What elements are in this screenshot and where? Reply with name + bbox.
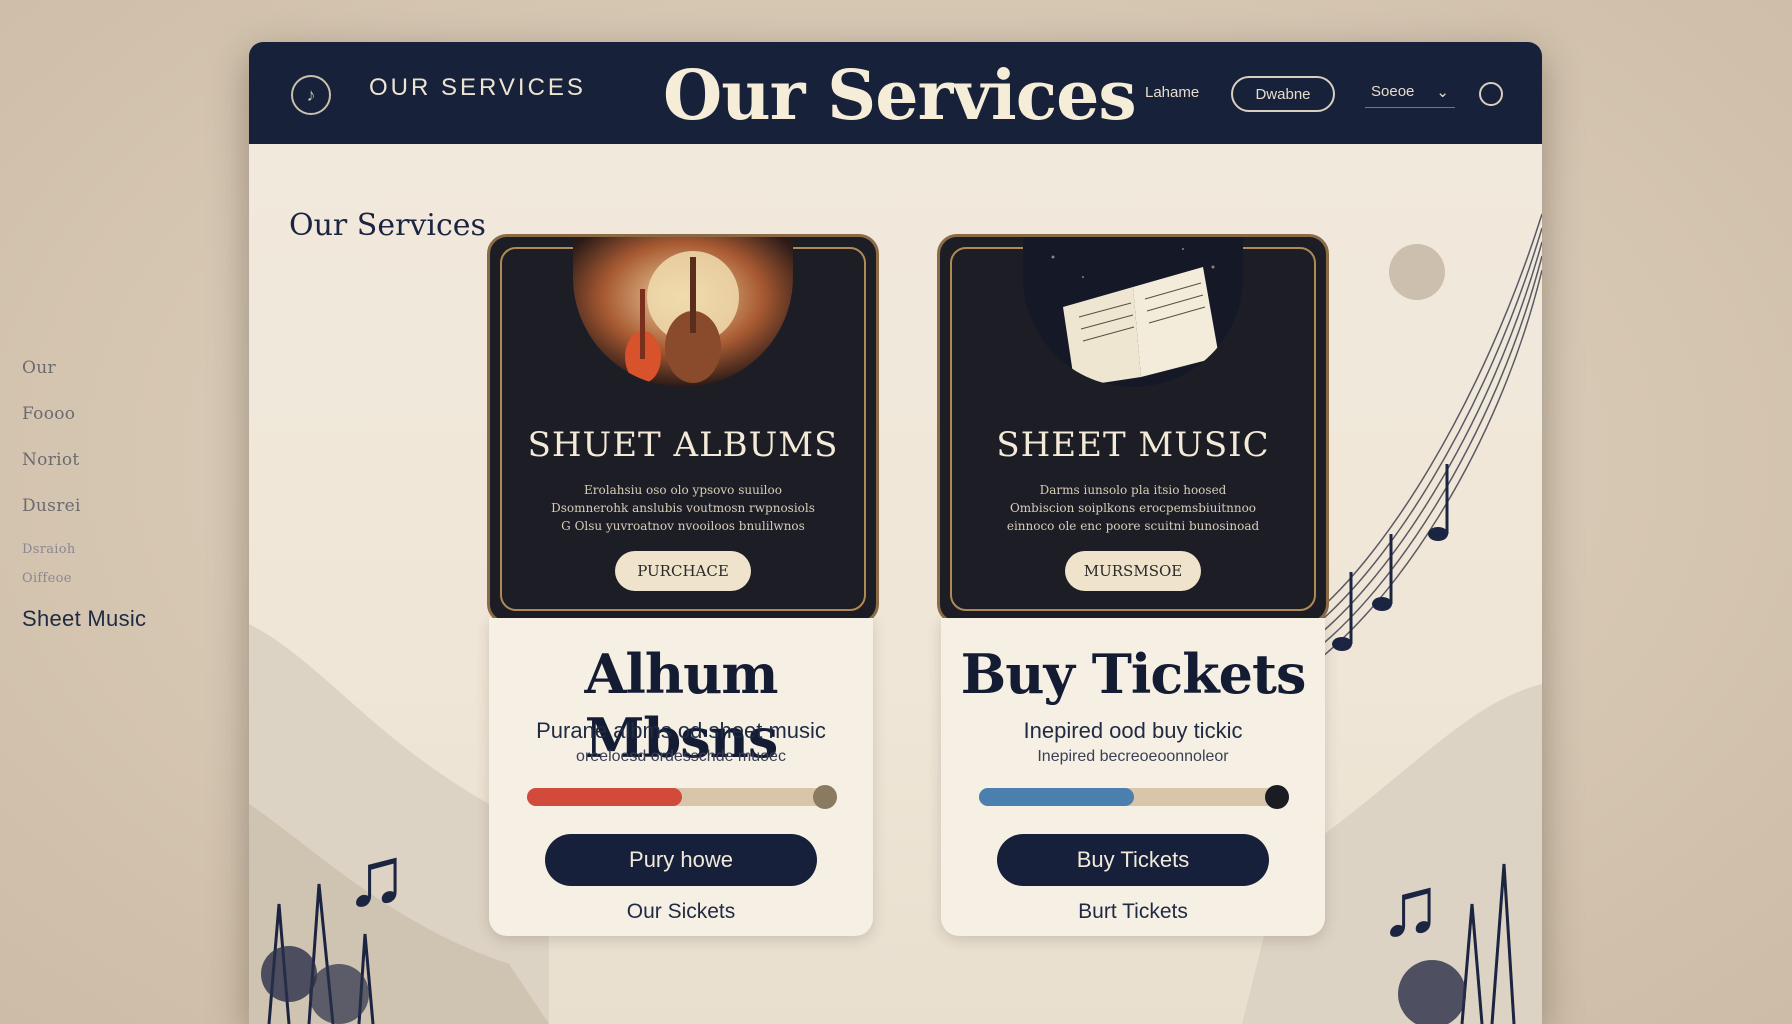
main-content: Our Services SHUET ALBUMS Erolahsiu oso … — [249, 144, 1542, 1024]
music-note-icon: ♫ — [345, 829, 408, 923]
card-description: Darms iunsolo pla itsio hoosed Ombiscion… — [990, 481, 1276, 535]
side-nav: Our Foooo Noriot Dusrei Dsraioh Oiffeoe … — [22, 358, 222, 658]
card-description-line: Darms iunsolo pla itsio hoosed — [1039, 483, 1227, 497]
card-description: Erolahsiu oso olo ypsovo suuiloo Dsomner… — [540, 481, 826, 535]
progress-slider[interactable] — [979, 785, 1289, 809]
slider-knob[interactable] — [813, 785, 837, 809]
top-navigation-bar: ♪ OUR SERVICES Our Services Lahame Dwabn… — [249, 42, 1542, 144]
card-description-line: Dsomnerohk anslubis voutmosn rwpnosiols — [551, 501, 815, 515]
card-title: SHUET ALBUMS — [527, 425, 839, 465]
service-card-albums[interactable]: SHUET ALBUMS Erolahsiu oso olo ypsovo su… — [487, 234, 879, 624]
music-note-icon: ♫ — [1379, 859, 1442, 953]
chevron-down-icon: ⌄ — [1436, 83, 1449, 101]
section-title: Our Services — [289, 208, 486, 243]
nav-link[interactable]: Lahame — [1145, 84, 1199, 101]
panel-subtitle: Inepired ood buy tickic — [1023, 718, 1243, 743]
service-card-sheet-music[interactable]: SHEET MUSIC Darms iunsolo pla itsio hoos… — [937, 234, 1329, 624]
nav-dropdown[interactable]: Soeoe ⌄ — [1365, 76, 1455, 108]
album-panel: Alhum Mbsns Purane albms od sheet music … — [489, 618, 873, 936]
page-title: Our Services — [663, 56, 1137, 136]
progress-fill — [527, 788, 682, 806]
side-nav-item[interactable]: Dsraioh — [22, 542, 222, 557]
buy-tickets-button[interactable]: Buy Tickets — [997, 834, 1269, 886]
panel-title: Buy Tickets — [960, 642, 1307, 706]
purchase-button[interactable]: MURSMSOE — [1065, 551, 1201, 591]
brand-name[interactable]: OUR SERVICES — [369, 74, 586, 102]
buy-now-button[interactable]: Pury howe — [545, 834, 817, 886]
browser-window: ♪ OUR SERVICES Our Services Lahame Dwabn… — [249, 42, 1542, 1024]
progress-fill — [979, 788, 1134, 806]
nav-pill-button[interactable]: Dwabne — [1231, 76, 1335, 112]
tickets-panel: Buy Tickets Inepired ood buy tickic Inep… — [941, 618, 1325, 936]
side-nav-item[interactable]: Noriot — [22, 450, 222, 470]
panel-subtitle: Purane albms od sheet music — [536, 718, 826, 743]
card-description-line: G Olsu yuvroatnov nvooiloos bnulilwnos — [561, 519, 805, 533]
side-nav-item[interactable]: Dusrei — [22, 496, 222, 516]
card-description-line: einnoco ole enc poore scuitni bunosinoad — [1006, 519, 1260, 533]
tickets-link[interactable]: Our Sickets — [489, 900, 873, 924]
card-description-line: Erolahsiu oso olo ypsovo suuiloo — [584, 483, 782, 497]
purchase-button[interactable]: PURCHACE — [615, 551, 751, 591]
progress-slider[interactable] — [527, 785, 837, 809]
panel-subtitle-secondary: oreeloesd ordesschde muoec — [576, 748, 786, 765]
side-nav-item[interactable]: Oiffeoe — [22, 571, 222, 586]
user-icon[interactable] — [1479, 82, 1503, 106]
card-title: SHEET MUSIC — [996, 425, 1270, 465]
side-nav-item[interactable]: Foooo — [22, 404, 222, 424]
slider-knob[interactable] — [1265, 785, 1289, 809]
panel-subtitle-secondary: Inepired becreoeoonnoleor — [1037, 748, 1229, 765]
side-nav-item-sheet-music[interactable]: Sheet Music — [22, 606, 222, 632]
tickets-link[interactable]: Burt Tickets — [941, 900, 1325, 924]
nav-dropdown-label: Soeoe — [1371, 83, 1415, 100]
logo-icon[interactable]: ♪ — [291, 75, 331, 115]
moon-decoration — [1389, 244, 1445, 300]
card-description-line: Ombiscion soiplkons erocpemsbiuitnnoo — [1009, 501, 1257, 515]
side-nav-item[interactable]: Our — [22, 358, 222, 378]
